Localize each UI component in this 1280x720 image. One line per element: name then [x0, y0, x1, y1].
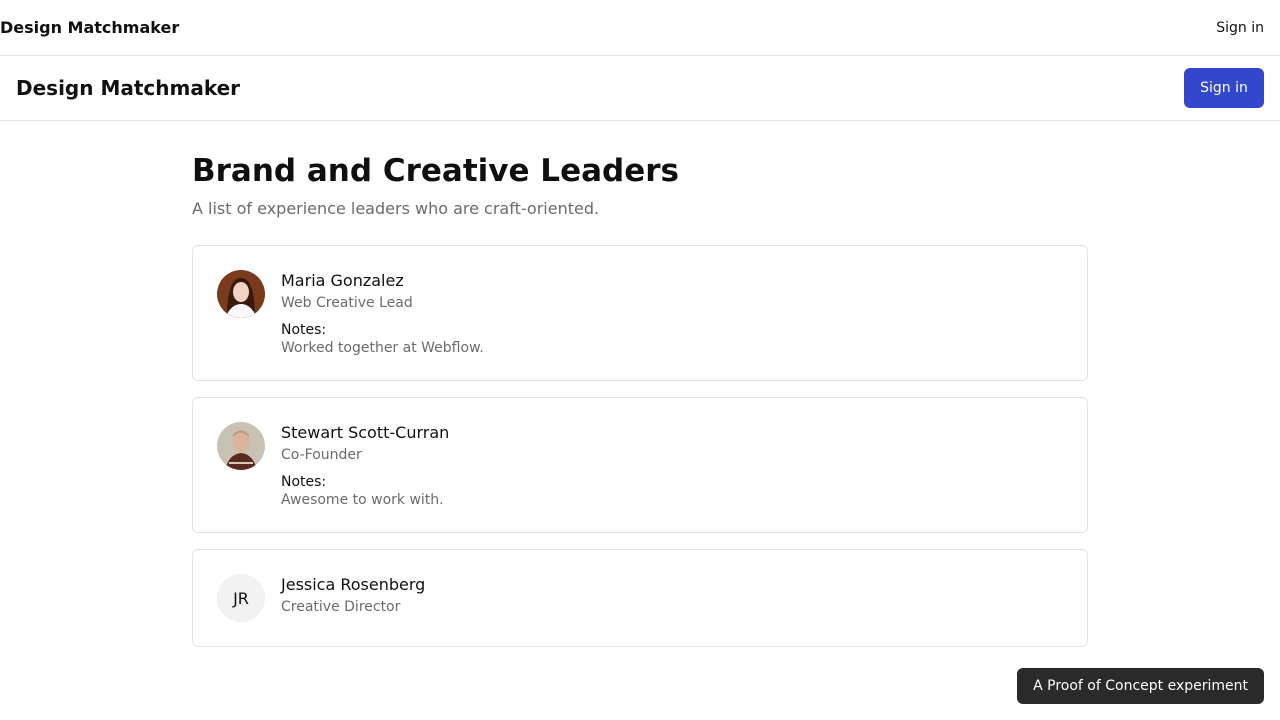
sign-in-button[interactable]: Sign in — [1184, 68, 1264, 108]
person-name: Stewart Scott-Curran — [281, 423, 450, 442]
avatar-photo — [217, 270, 265, 318]
list-item[interactable]: Maria Gonzalez Web Creative Lead Notes: … — [192, 245, 1088, 381]
avatar-initials: JR — [217, 574, 265, 622]
person-info: Stewart Scott-Curran Co-Founder Notes: A… — [281, 422, 449, 508]
proof-of-concept-badge: A Proof of Concept experiment — [1017, 668, 1264, 704]
leaders-list: Maria Gonzalez Web Creative Lead Notes: … — [192, 245, 1088, 647]
app-brand[interactable]: Design Matchmaker — [16, 76, 240, 100]
person-name: Jessica Rosenberg — [281, 575, 426, 594]
main-content: Brand and Creative Leaders A list of exp… — [192, 121, 1088, 647]
avatar — [217, 270, 265, 318]
person-info: Jessica Rosenberg Creative Director — [281, 574, 425, 622]
app-header: Design Matchmaker Sign in — [0, 56, 1280, 121]
list-item[interactable]: Stewart Scott-Curran Co-Founder Notes: A… — [192, 397, 1088, 533]
person-role: Creative Director — [281, 599, 401, 615]
notes-text: Worked together at Webflow. — [281, 340, 484, 356]
list-item[interactable]: JR Jessica Rosenberg Creative Director — [192, 549, 1088, 647]
page-title: Brand and Creative Leaders — [192, 153, 679, 189]
notes-text: Awesome to work with. — [281, 492, 444, 508]
person-name: Maria Gonzalez — [281, 271, 404, 290]
person-info: Maria Gonzalez Web Creative Lead Notes: … — [281, 270, 484, 356]
avatar-photo — [217, 422, 265, 470]
top-bar: Design Matchmaker Sign in — [0, 0, 1280, 56]
site-brand[interactable]: Design Matchmaker — [0, 18, 179, 37]
notes-label: Notes: — [281, 474, 327, 490]
person-role: Co-Founder — [281, 447, 362, 463]
notes-label: Notes: — [281, 322, 327, 338]
page-subtitle: A list of experience leaders who are cra… — [192, 199, 600, 218]
person-role: Web Creative Lead — [281, 295, 413, 311]
avatar — [217, 422, 265, 470]
sign-in-link[interactable]: Sign in — [1216, 20, 1264, 36]
